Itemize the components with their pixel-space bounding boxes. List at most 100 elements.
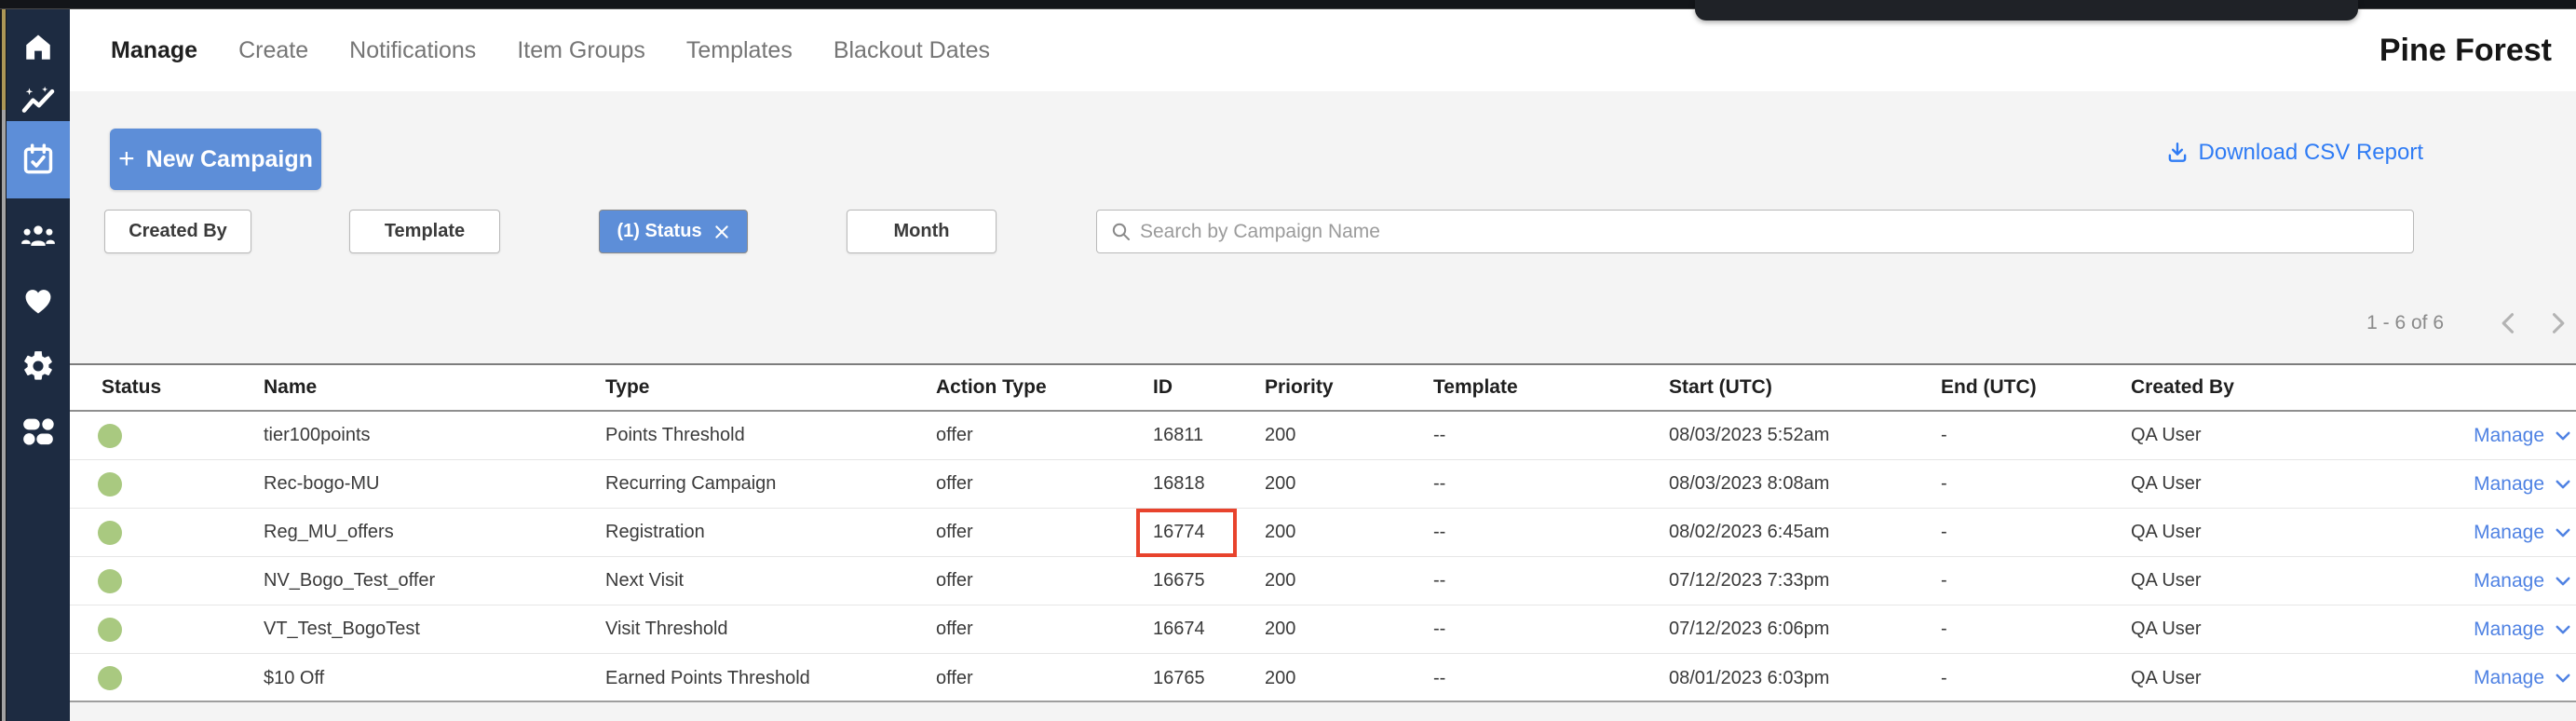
sidebar-item-campaigns[interactable] (7, 121, 70, 198)
filter-template-label: Template (385, 221, 465, 242)
analytics-icon (20, 85, 56, 120)
manage-dropdown-button[interactable]: Manage (2474, 425, 2572, 447)
tab-manage[interactable]: Manage (111, 37, 197, 64)
sidebar-item-loyalty[interactable] (7, 268, 70, 333)
manage-dropdown-button[interactable]: Manage (2474, 619, 2572, 641)
table-row: NV_Bogo_Test_offer Next Visit offer 1667… (70, 557, 2576, 605)
table-row: VT_Test_BogoTest Visit Threshold offer 1… (70, 605, 2576, 654)
col-header-name: Name (264, 376, 605, 399)
cell-start-utc: 08/03/2023 5:52am (1669, 425, 1941, 446)
sidebar-item-audience[interactable] (7, 203, 70, 268)
chevron-down-icon (2554, 475, 2572, 494)
cell-start-utc: 07/12/2023 6:06pm (1669, 619, 1941, 640)
status-active-dot (98, 424, 122, 448)
sidebar-item-settings[interactable] (7, 333, 70, 399)
campaigns-table: Status Name Type Action Type ID Priority… (70, 363, 2576, 702)
cell-created-by: QA User (2131, 425, 2392, 446)
pagination-next-button[interactable] (2544, 310, 2570, 336)
filter-status-button[interactable]: (1) Status (599, 210, 748, 253)
manage-label: Manage (2474, 425, 2544, 447)
cell-priority: 200 (1265, 522, 1433, 543)
manage-dropdown-button[interactable]: Manage (2474, 522, 2572, 544)
cell-type: Points Threshold (605, 425, 936, 446)
search-input[interactable] (1140, 221, 2400, 243)
pagination-range: 1 - 6 of 6 (2366, 312, 2444, 334)
cell-end-utc: - (1941, 668, 2131, 689)
manage-label: Manage (2474, 522, 2544, 544)
filter-status-label: (1) Status (617, 221, 701, 242)
cell-end-utc: - (1941, 522, 2131, 543)
download-csv-link[interactable]: Download CSV Report (2165, 138, 2423, 168)
pagination-prev-button[interactable] (2496, 310, 2522, 336)
tab-create[interactable]: Create (238, 37, 308, 64)
tab-notifications[interactable]: Notifications (349, 37, 476, 64)
home-icon (21, 31, 55, 64)
table-row: $10 Off Earned Points Threshold offer 16… (70, 654, 2576, 702)
cell-action-type: offer (936, 522, 1153, 543)
table-row-highlighted: Reg_MU_offers Registration offer 16774 2… (70, 509, 2576, 557)
manage-dropdown-button[interactable]: Manage (2474, 667, 2572, 689)
loyalty-heart-icon (20, 283, 56, 319)
pagination: 1 - 6 of 6 (2366, 307, 2570, 339)
table-row: Rec-bogo-MU Recurring Campaign offer 168… (70, 460, 2576, 509)
cell-start-utc: 08/03/2023 8:08am (1669, 473, 1941, 495)
cell-action-type: offer (936, 619, 1153, 640)
cell-created-by: QA User (2131, 668, 2392, 689)
cell-created-by: QA User (2131, 473, 2392, 495)
plus-icon: + (118, 145, 135, 173)
top-nav-tabs: Manage Create Notifications Item Groups … (111, 9, 990, 91)
sidebar-item-apps[interactable] (7, 399, 70, 464)
chevron-left-icon (2496, 310, 2522, 336)
window-left-edge-gold (2, 7, 6, 110)
cell-template: -- (1433, 570, 1669, 592)
download-icon (2165, 141, 2190, 165)
cell-name: $10 Off (264, 668, 605, 689)
col-header-template: Template (1433, 376, 1669, 399)
cell-template: -- (1433, 668, 1669, 689)
clear-filter-close-icon[interactable] (713, 224, 730, 240)
status-active-dot (98, 472, 122, 497)
tab-item-groups[interactable]: Item Groups (517, 37, 645, 64)
tab-blackout-dates[interactable]: Blackout Dates (834, 37, 990, 64)
chevron-down-icon (2554, 572, 2572, 591)
cell-type: Earned Points Threshold (605, 668, 936, 689)
manage-dropdown-button[interactable]: Manage (2474, 473, 2572, 496)
notch-overlay (1695, 0, 2358, 20)
filter-month-label: Month (894, 221, 950, 242)
col-header-start-utc: Start (UTC) (1669, 376, 1941, 399)
col-header-priority: Priority (1265, 376, 1433, 399)
cell-type: Registration (605, 522, 936, 543)
settings-gear-icon (20, 348, 56, 384)
cell-action-type: offer (936, 473, 1153, 495)
sidebar (7, 9, 70, 721)
status-active-dot (98, 618, 122, 642)
chevron-down-icon (2554, 524, 2572, 542)
manage-dropdown-button[interactable]: Manage (2474, 570, 2572, 592)
cell-end-utc: - (1941, 473, 2131, 495)
search-icon (1110, 221, 1132, 243)
status-active-dot (98, 569, 122, 593)
cell-type: Visit Threshold (605, 619, 936, 640)
cell-id: 16818 (1153, 473, 1265, 495)
chevron-down-icon (2554, 669, 2572, 687)
filter-created-by-button[interactable]: Created By (104, 210, 251, 253)
filter-month-button[interactable]: Month (847, 210, 997, 253)
filter-template-button[interactable]: Template (349, 210, 500, 253)
cell-start-utc: 08/02/2023 6:45am (1669, 522, 1941, 543)
cell-template: -- (1433, 425, 1669, 446)
cell-priority: 200 (1265, 473, 1433, 495)
cell-action-type: offer (936, 668, 1153, 689)
new-campaign-button[interactable]: + New Campaign (110, 129, 321, 190)
cell-created-by: QA User (2131, 619, 2392, 640)
campaign-search (1096, 210, 2414, 253)
campaigns-calendar-icon (20, 143, 56, 178)
manage-label: Manage (2474, 619, 2544, 641)
cell-name: NV_Bogo_Test_offer (264, 570, 605, 592)
table-row: tier100points Points Threshold offer 168… (70, 412, 2576, 460)
tab-templates[interactable]: Templates (686, 37, 793, 64)
cell-end-utc: - (1941, 570, 2131, 592)
manage-label: Manage (2474, 473, 2544, 496)
cell-end-utc: - (1941, 619, 2131, 640)
cell-priority: 200 (1265, 570, 1433, 592)
cell-name: VT_Test_BogoTest (264, 619, 605, 640)
